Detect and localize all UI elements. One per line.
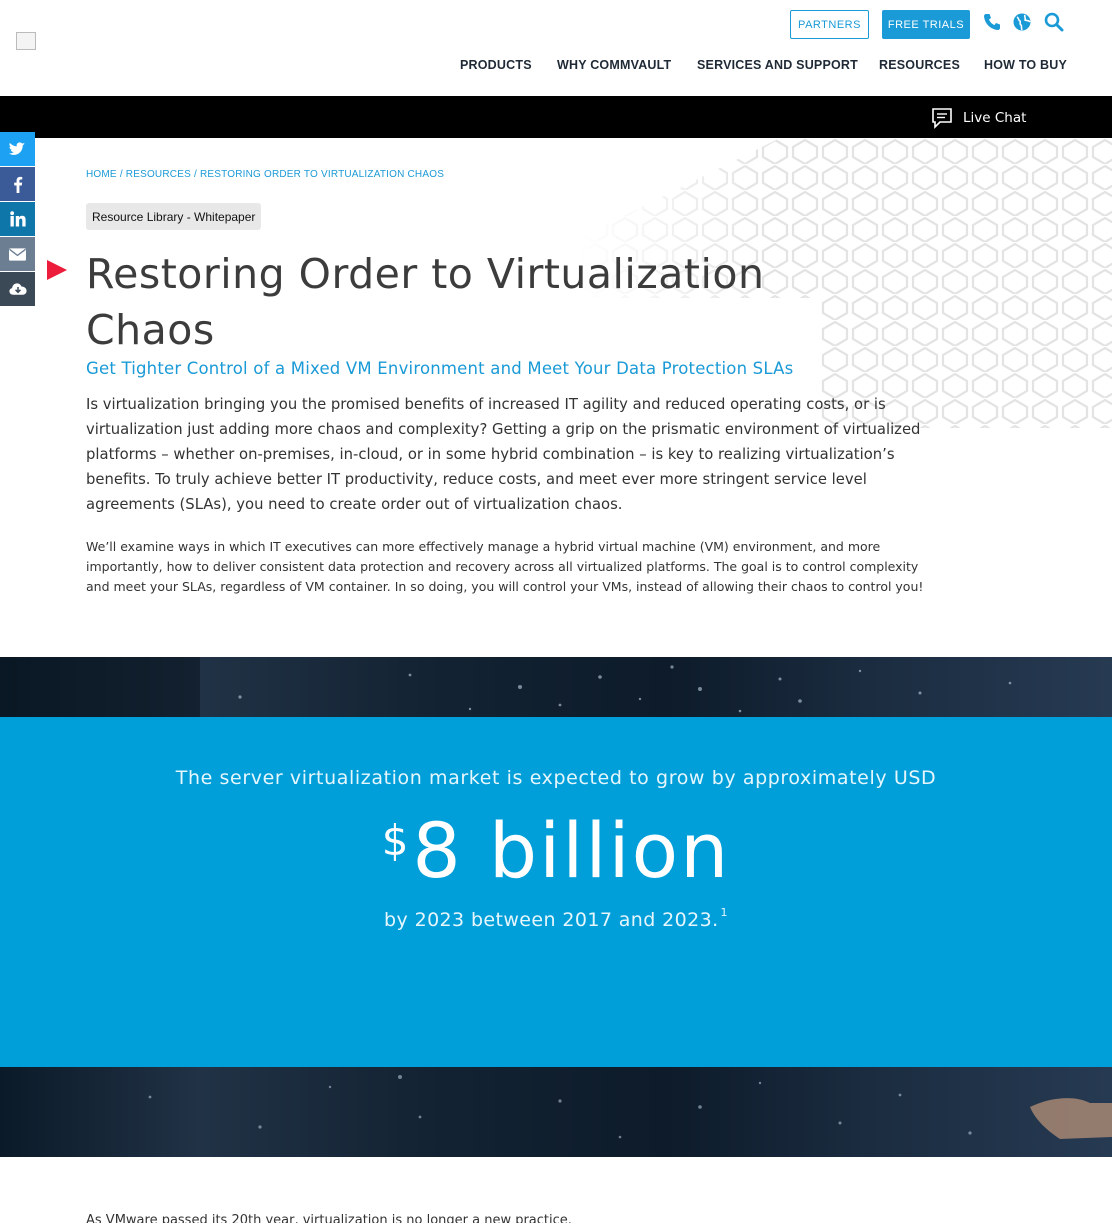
social-share-bar [0, 132, 35, 307]
nav-resources[interactable]: RESOURCES [879, 58, 960, 72]
globe-icon[interactable] [1012, 12, 1032, 32]
breadcrumb-separator: / [193, 169, 197, 180]
page-subtitle: Get Tighter Control of a Mixed VM Enviro… [86, 359, 794, 378]
commvault-logo[interactable] [16, 32, 36, 50]
facebook-icon [13, 176, 22, 193]
server-room-image [0, 1067, 1112, 1157]
lead-paragraph: Is virtualization bringing you the promi… [86, 396, 921, 513]
stat-currency: $ [381, 816, 411, 865]
next-section-text: As VMware passed its 20th year, virtuali… [86, 1213, 572, 1223]
server-room-image [0, 657, 1112, 717]
stat-value: $8 billion [0, 808, 1112, 894]
chat-bubble-icon [932, 108, 952, 129]
body-paragraph: We’ll examine ways in which IT executive… [86, 539, 924, 594]
email-share-button[interactable] [0, 237, 35, 272]
breadcrumb-current[interactable]: RESTORING ORDER TO VIRTUALIZATION CHAOS [200, 169, 444, 180]
breadcrumb-home[interactable]: HOME [86, 169, 117, 180]
linkedin-icon [9, 211, 26, 227]
page-title: Restoring Order to Virtualization Chaos [86, 250, 765, 354]
nav-how-to-buy[interactable]: HOW TO BUY [984, 58, 1067, 72]
breadcrumb-separator: / [119, 169, 123, 180]
live-chat-button[interactable]: Live Chat [930, 106, 1026, 130]
play-icon[interactable] [46, 259, 68, 281]
search-icon[interactable] [1044, 12, 1064, 32]
stat-intro: The server virtualization market is expe… [175, 767, 937, 789]
stat-footnote[interactable]: 1 [721, 906, 728, 919]
live-chat-label: Live Chat [963, 110, 1027, 126]
partners-button[interactable]: PARTNERS [790, 10, 869, 39]
download-button[interactable] [0, 272, 35, 307]
breadcrumb-resources[interactable]: RESOURCES [126, 169, 191, 180]
facebook-share-button[interactable] [0, 167, 35, 202]
twitter-share-button[interactable] [0, 132, 35, 167]
stat-number: 8 billion [412, 806, 731, 895]
breadcrumb: HOME / RESOURCES / RESTORING ORDER TO VIRTUA… [86, 169, 444, 180]
stat-outro-text: by 2023 between 2017 and 2023. [384, 909, 719, 931]
free-trials-button[interactable]: FREE TRIALS [882, 10, 970, 39]
stat-outro: by 2023 between 2017 and 2023. 1 [0, 906, 1112, 931]
email-icon [9, 247, 26, 261]
twitter-icon [9, 141, 26, 155]
linkedin-share-button[interactable] [0, 202, 35, 237]
nav-products[interactable]: PRODUCTS [460, 58, 532, 72]
phone-icon[interactable] [982, 12, 1002, 32]
site-header: PARTNERS FREE TRIALS PRODUCTS WHY COMMVA… [0, 0, 1112, 96]
resource-type-badge: Resource Library - Whitepaper [86, 203, 262, 230]
nav-services-and-support[interactable]: SERVICES AND SUPPORT [697, 58, 858, 72]
nav-why-commvault[interactable]: WHY COMMVAULT [557, 58, 671, 72]
cloud-download-icon [8, 283, 27, 295]
